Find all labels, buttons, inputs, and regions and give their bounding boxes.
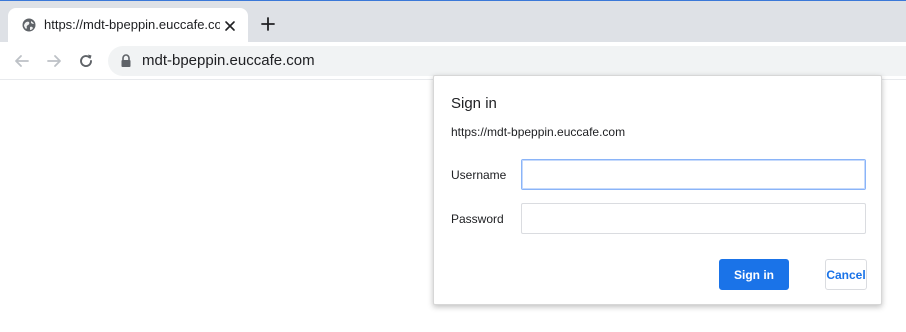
arrow-left-icon[interactable] <box>12 51 32 71</box>
dialog-title: Sign in <box>451 95 497 112</box>
password-input[interactable] <box>521 203 866 234</box>
username-input[interactable] <box>521 159 866 190</box>
cancel-button[interactable]: Cancel <box>825 259 867 290</box>
close-icon[interactable] <box>224 19 236 31</box>
sign-in-dialog: Sign in https://mdt-bpeppin.euccafe.com … <box>433 75 882 305</box>
dialog-origin: https://mdt-bpeppin.euccafe.com <box>451 125 626 139</box>
address-bar[interactable]: mdt-bpeppin.euccafe.com <box>108 46 906 76</box>
reload-icon[interactable] <box>76 51 96 71</box>
tab-title: https://mdt-bpeppin.euccafe.com <box>44 17 220 32</box>
password-label: Password <box>451 212 504 226</box>
tab-strip: https://mdt-bpeppin.euccafe.com <box>0 0 906 43</box>
browser-tab[interactable]: https://mdt-bpeppin.euccafe.com <box>8 8 248 43</box>
arrow-right-icon[interactable] <box>44 51 64 71</box>
globe-icon <box>22 18 36 32</box>
plus-icon[interactable] <box>260 16 276 32</box>
url-text[interactable]: mdt-bpeppin.euccafe.com <box>142 52 315 69</box>
lock-icon[interactable] <box>120 54 132 68</box>
username-label: Username <box>451 168 507 182</box>
sign-in-button[interactable]: Sign in <box>719 259 789 290</box>
